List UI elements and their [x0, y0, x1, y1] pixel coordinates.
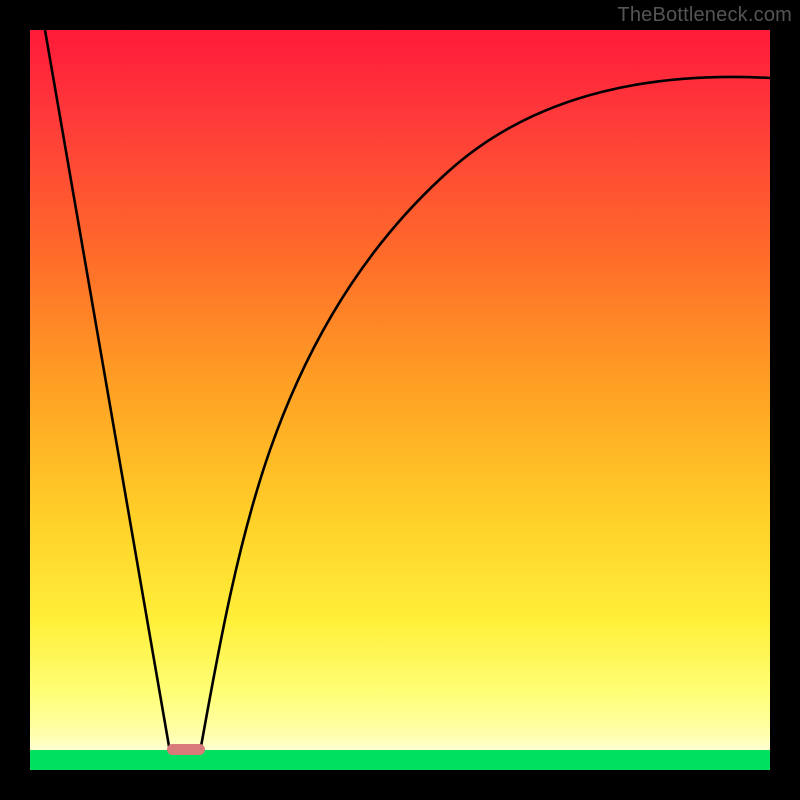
bottleneck-curve [30, 30, 770, 770]
curve-right-branch [200, 77, 770, 752]
chart-frame: TheBottleneck.com [0, 0, 800, 800]
curve-left-branch [45, 30, 170, 752]
optimal-marker [167, 744, 205, 755]
attribution-text: TheBottleneck.com [617, 4, 792, 27]
plot-area [30, 30, 770, 770]
